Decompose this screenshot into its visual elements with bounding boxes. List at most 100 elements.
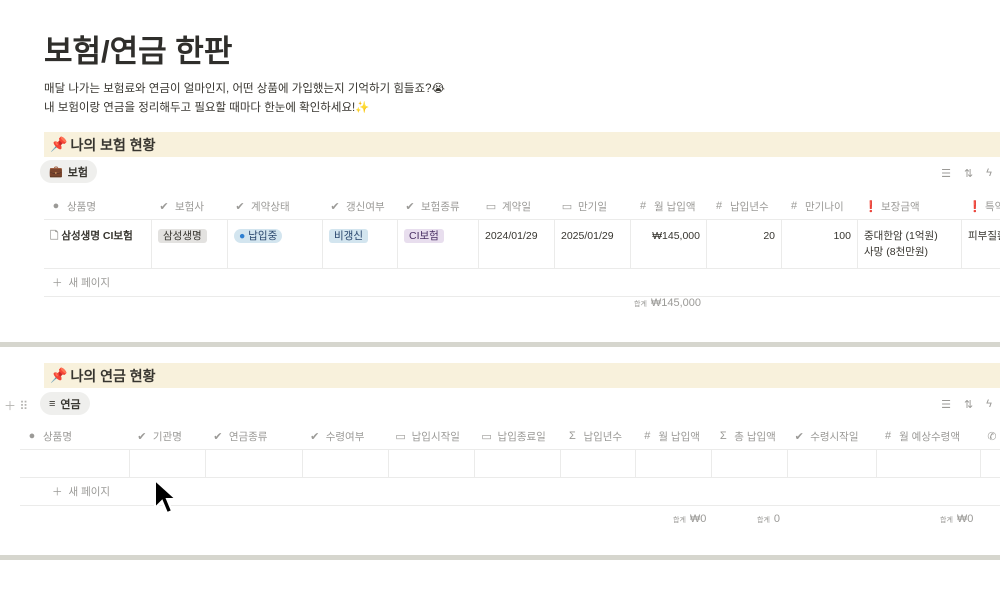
sum-label: 합계 (940, 517, 953, 524)
automation-icon[interactable]: ϟ (986, 167, 992, 180)
cell-age[interactable]: 100 (782, 220, 858, 268)
cell-rider[interactable]: 피부질환 (962, 220, 1000, 268)
cell[interactable] (206, 450, 303, 477)
col-header[interactable]: ▭ 납입시작일 (389, 423, 475, 449)
insurance-callout: 📌 나의 보험 현황 (44, 132, 1000, 157)
col-header[interactable]: ✆ (980, 423, 1000, 449)
cell-status[interactable]: ● 납입중 (228, 220, 323, 268)
col-header[interactable]: # 납입년수 (707, 193, 782, 219)
cell[interactable] (303, 450, 389, 477)
col-header[interactable]: ● 상품명 (20, 423, 130, 449)
col-label: 수령시작일 (810, 430, 859, 443)
cell[interactable] (561, 450, 636, 477)
cell-coverage[interactable]: 중대한암 (1억원) 사망 (8천만원) (858, 220, 962, 268)
table-row[interactable] (20, 450, 1000, 478)
sum-label: 합계 (673, 517, 686, 524)
cell-end[interactable]: 2025/01/29 (555, 220, 631, 268)
new-page-button[interactable]: ＋ 새 페이지 (44, 269, 1000, 297)
sum-value: ₩145,000 (650, 297, 702, 309)
insurance-view-tab[interactable]: 💼 보험 (40, 160, 97, 183)
cell[interactable] (475, 450, 561, 477)
pension-callout: 📌 나의 연금 현황 (44, 363, 1000, 388)
divider (0, 555, 1000, 560)
col-header[interactable]: ▭ 납입종료일 (475, 423, 561, 449)
insurance-table: ● 상품명 ✔ 보험사 ✔ 계약상태 ✔ 갱신여부 ✔ 보험종류 ▭ 계약일 ▭ 만기일 # 월… (44, 193, 1000, 297)
page-icon: 🗋 (50, 230, 62, 242)
table-toolbar: ☰ ⇅ ϟ (941, 167, 992, 180)
cell[interactable] (712, 450, 788, 477)
cell-company[interactable]: 삼성생명 (152, 220, 228, 268)
col-header[interactable]: ▭ 만기일 (555, 193, 631, 219)
col-label: 월 납입액 (654, 200, 696, 213)
col-label: 월 납입액 (658, 430, 700, 443)
col-header[interactable]: ✔ 갱신여부 (323, 193, 398, 219)
cell[interactable] (20, 450, 130, 477)
plus-icon[interactable]: ＋ (4, 399, 16, 413)
col-label: 갱신여부 (346, 200, 385, 213)
sum-value: ₩0 (956, 513, 974, 525)
cell[interactable] (389, 450, 475, 477)
check-circle-icon: ✔ (310, 430, 320, 443)
page-description: 매달 나가는 보험료와 연금이 얼마인지, 어떤 상품에 가입했는지 기억하기 … (44, 80, 445, 118)
col-header[interactable]: # 월 예상수령액 (876, 423, 980, 449)
col-header[interactable]: ✔ 수령시작일 (787, 423, 876, 449)
sum-total[interactable]: 합계 0 (757, 513, 780, 525)
cell-start[interactable]: 2024/01/29 (479, 220, 555, 268)
col-label: 납입시작일 (411, 430, 460, 443)
sum-expected[interactable]: 합계 ₩0 (940, 513, 973, 525)
renewal-tag: 비갱신 (329, 229, 368, 243)
drag-handle-icon[interactable]: ⠿ (19, 399, 28, 413)
col-header[interactable]: # 월 납입액 (631, 193, 707, 219)
cell-name[interactable]: 🗋 삼성생명 CI보험 (44, 220, 152, 268)
cell-type[interactable]: CI보험 (398, 220, 479, 268)
check-circle-icon: ✔ (159, 200, 169, 213)
plus-icon: ＋ (52, 277, 63, 289)
col-header[interactable]: ✔ 계약상태 (228, 193, 323, 219)
pension-view-tab[interactable]: ≡ 연금 (40, 392, 90, 415)
cell[interactable] (788, 450, 877, 477)
col-header[interactable]: # 만기나이 (782, 193, 858, 219)
pushpin-icon: 📌 (50, 136, 68, 152)
filter-icon[interactable]: ☰ (941, 398, 951, 411)
calendar-icon: ▭ (561, 200, 573, 213)
col-header[interactable]: ✔ 보험사 (152, 193, 228, 219)
cell[interactable] (877, 450, 981, 477)
number-icon: # (644, 430, 651, 442)
filter-icon[interactable]: ☰ (941, 167, 951, 180)
callout-text: 나의 연금 현황 (70, 367, 156, 384)
col-header[interactable]: ✔ 수령여부 (303, 423, 389, 449)
sum-monthly[interactable]: 합계 ₩0 (673, 513, 706, 525)
sort-icon[interactable]: ⇅ (964, 167, 973, 180)
coverage-line: 중대한암 (1억원) (864, 230, 938, 242)
col-header[interactable]: # 월 납입액 (635, 423, 711, 449)
col-label: 월 예상수령액 (899, 430, 960, 443)
table-row[interactable]: 🗋 삼성생명 CI보험 삼성생명 ● 납입중 비갱신 CI보험 2024/01/… (44, 220, 1000, 269)
col-header[interactable]: ✔ 기관명 (130, 423, 206, 449)
view-label: 연금 (60, 398, 81, 411)
col-header[interactable]: ✔ 보험종류 (398, 193, 479, 219)
col-header[interactable]: Σ 총 납입액 (711, 423, 787, 449)
block-handle[interactable]: ＋ ⠿ (4, 397, 28, 414)
automation-icon[interactable]: ϟ (986, 398, 992, 411)
apple-icon: ● (28, 430, 36, 442)
phone-icon: ✆ (987, 430, 997, 443)
col-header[interactable]: ❗ 보장금액 (858, 193, 962, 219)
col-header[interactable]: ● 상품명 (44, 193, 152, 219)
sum-value: 0 (773, 513, 781, 525)
cell-years[interactable]: 20 (707, 220, 782, 268)
cell[interactable] (636, 450, 712, 477)
col-header[interactable]: ▭ 계약일 (479, 193, 555, 219)
cell-monthly[interactable]: ₩145,000 (631, 220, 707, 268)
sum-value: ₩0 (689, 513, 707, 525)
sum-monthly[interactable]: 합계 ₩145,000 (634, 297, 701, 309)
col-header[interactable]: ✔ 연금종류 (206, 423, 303, 449)
sort-icon[interactable]: ⇅ (964, 398, 973, 411)
medical-bag-icon: 💼 (49, 166, 63, 178)
database-icon: ≡ (49, 397, 56, 410)
col-header[interactable]: Σ 납입년수 (560, 423, 635, 449)
col-header[interactable]: ❗ 특약 (962, 193, 1000, 219)
number-icon: # (639, 200, 647, 212)
sigma-icon: Σ (719, 430, 727, 442)
cell-renewal[interactable]: 비갱신 (323, 220, 398, 268)
cell[interactable] (130, 450, 206, 477)
